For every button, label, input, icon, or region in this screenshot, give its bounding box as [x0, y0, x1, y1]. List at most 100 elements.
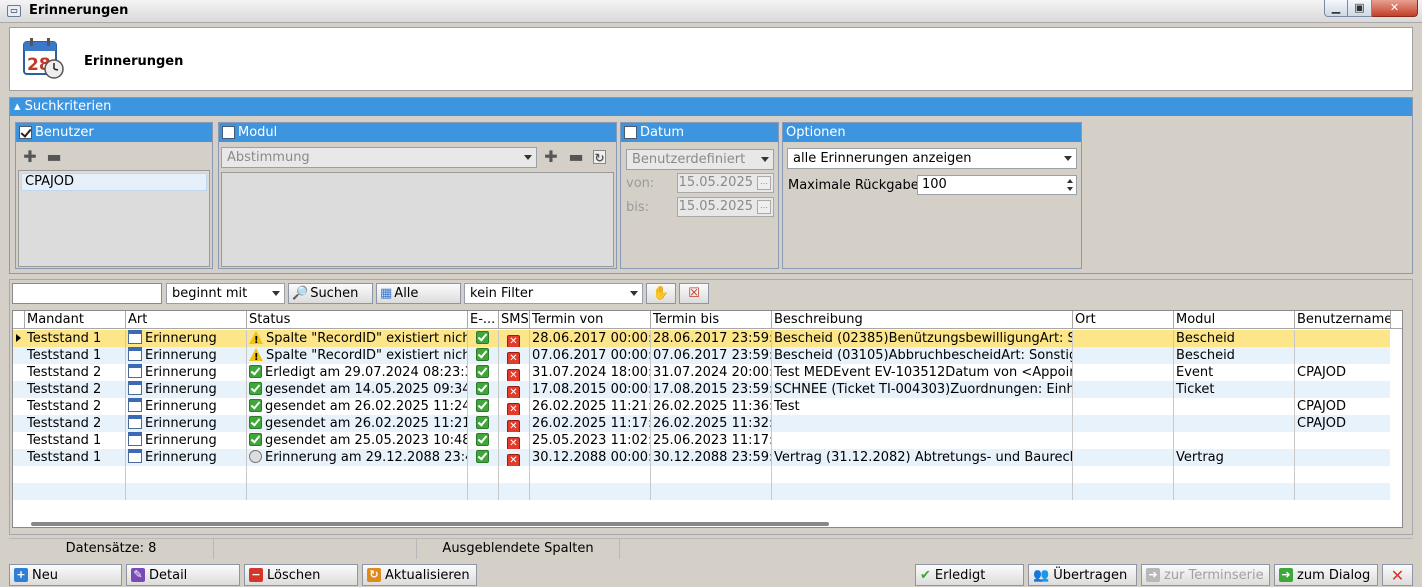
benutzer-panel: Benutzer ✚ ▬ CPAJOD [15, 122, 213, 269]
col-benutzername[interactable]: Benutzername [1295, 311, 1391, 329]
vertical-scrollbar[interactable] [1390, 329, 1402, 527]
search-input[interactable] [12, 283, 162, 304]
close-button[interactable]: ✕ [1382, 564, 1413, 586]
detail-button[interactable]: ✎ Detail [126, 564, 240, 586]
minimize-button[interactable]: ▁ [1324, 0, 1348, 17]
options-combo[interactable]: alle Erinnerungen anzeigen [787, 148, 1077, 169]
table-cell: Bescheid (02385)BenützungsbewilligungArt… [772, 330, 1073, 347]
hidden-columns-label[interactable]: Ausgeblendete Spalten [417, 539, 620, 559]
datum-checkbox[interactable] [624, 126, 637, 139]
remove-modul-icon[interactable]: ▬ [568, 149, 584, 165]
options-combo-value: alle Erinnerungen anzeigen [793, 151, 972, 166]
maximize-button[interactable]: ▣ [1348, 0, 1372, 17]
cell-text: 31.07.2024 20:00: [653, 365, 772, 380]
von-date-field[interactable]: 15.05.2025… [677, 173, 774, 193]
col-termin-bis[interactable]: Termin bis [651, 311, 772, 329]
table-cell: gesendet am 26.02.2025 11:24 [247, 398, 468, 415]
unchecked-icon: ✕ [507, 454, 520, 466]
check-icon [249, 433, 262, 446]
modul-title: Modul [238, 125, 278, 140]
table-row[interactable]: Teststand 1 Erinnerung Spalte "RecordID" e… [13, 347, 1391, 364]
col-mandant[interactable]: Mandant [25, 311, 126, 329]
plus-icon: + [14, 568, 28, 582]
bis-date-field[interactable]: 15.05.2025… [677, 197, 774, 217]
filter-combo[interactable]: kein Filter [464, 283, 643, 304]
benutzer-title: Benutzer [35, 125, 94, 140]
col-status[interactable]: Status [247, 311, 468, 329]
table-cell: ✕ [499, 381, 530, 398]
close-window-button[interactable]: ✕ [1372, 0, 1418, 17]
bis-label: bis: [626, 200, 650, 215]
cell-text: 17.08.2015 23:59: [653, 382, 772, 397]
table-cell [1295, 381, 1391, 398]
datum-range-combo[interactable]: Benutzerdefiniert [626, 149, 774, 170]
benutzer-checkbox[interactable] [19, 126, 32, 139]
current-row-icon [16, 334, 21, 342]
to-dialog-button[interactable]: ➜ zum Dialog [1274, 564, 1378, 586]
table-row[interactable]: Teststand 1 Erinnerung Erinnerung am 29.12… [13, 449, 1391, 466]
table-cell [247, 483, 468, 500]
spin-up-icon[interactable] [1067, 179, 1073, 183]
refresh-modul-icon[interactable]: ↻ [593, 150, 606, 165]
refresh-button[interactable]: ↻ Aktualisieren [362, 564, 477, 586]
list-item[interactable]: CPAJOD [21, 173, 207, 191]
to-series-button[interactable]: ➜ zur Terminserie [1141, 564, 1270, 586]
col-sms[interactable]: SMS [499, 311, 530, 329]
cell-text: gesendet am 26.02.2025 11:24 [265, 399, 468, 414]
max-return-spinner[interactable]: 100 [917, 175, 1077, 195]
modul-list[interactable] [221, 172, 614, 267]
row-indicator-header [13, 311, 25, 329]
table-row[interactable]: Teststand 2 Erinnerung Erledigt am 29.07.2… [13, 364, 1391, 381]
col-beschreibung[interactable]: Beschreibung [772, 311, 1073, 329]
table-cell: 26.02.2025 11:32: [651, 415, 772, 432]
show-all-button[interactable]: ▦ Alle [376, 283, 461, 304]
cell-text: Teststand 1 [27, 433, 102, 448]
table-header: Mandant Art Status E-... SMS Termin von … [13, 311, 1402, 329]
table-cell: 31.07.2024 20:00: [651, 364, 772, 381]
cell-text: Teststand 2 [27, 416, 102, 431]
calendar-icon [128, 330, 142, 344]
table-cell: Teststand 2 [25, 381, 126, 398]
calendar-clock-icon: 28 [23, 38, 64, 79]
table-row[interactable]: Teststand 2 Erinnerung gesendet am 26.02.2… [13, 398, 1391, 415]
cell-text: Teststand 1 [27, 450, 102, 465]
spin-down-icon[interactable] [1067, 187, 1073, 191]
modul-combo[interactable]: Abstimmung [221, 147, 537, 168]
table-cell [468, 466, 499, 483]
add-modul-icon[interactable]: ✚ [543, 149, 559, 165]
filter-edit-button[interactable]: ✋ [646, 283, 676, 304]
search-criteria-header[interactable]: ▴ Suchkriterien [10, 98, 1412, 116]
transfer-button[interactable]: 👥 Übertragen [1028, 564, 1137, 586]
cell-text: Erinnerung [145, 399, 217, 414]
system-menu-icon[interactable]: ▭ [7, 5, 21, 17]
done-button[interactable]: ✔ Erledigt [915, 564, 1024, 586]
table-cell [468, 364, 499, 381]
filter-clear-button[interactable]: ☒ [679, 283, 709, 304]
unchecked-icon: ✕ [507, 369, 520, 381]
benutzer-list[interactable]: CPAJOD [18, 170, 210, 267]
remove-user-icon[interactable]: ▬ [46, 149, 62, 165]
col-email[interactable]: E-... [468, 311, 499, 329]
cell-text: Erinnerung [145, 331, 217, 346]
delete-button[interactable]: − Löschen [244, 564, 358, 586]
col-art[interactable]: Art [126, 311, 247, 329]
modul-checkbox[interactable] [222, 126, 235, 139]
table-row[interactable]: Teststand 1 Erinnerung Spalte "RecordID" e… [13, 330, 1391, 347]
table-row[interactable]: Teststand 1 Erinnerung gesendet am 25.05.2… [13, 432, 1391, 449]
col-termin-von[interactable]: Termin von [530, 311, 651, 329]
table-cell: Erinnerung [126, 347, 247, 364]
date-picker-icon[interactable]: … [757, 176, 771, 190]
check-icon: ✔ [920, 567, 931, 583]
col-modul[interactable]: Modul [1174, 311, 1295, 329]
match-mode-combo[interactable]: beginnt mit [166, 283, 285, 304]
search-button[interactable]: 🔎 Suchen [288, 283, 373, 304]
add-user-icon[interactable]: ✚ [22, 149, 38, 165]
table-row[interactable]: Teststand 2 Erinnerung gesendet am 26.02.2… [13, 415, 1391, 432]
new-button[interactable]: + Neu [9, 564, 122, 586]
date-picker-icon[interactable]: … [757, 200, 771, 214]
table-row[interactable]: Teststand 2 Erinnerung gesendet am 14.05.2… [13, 381, 1391, 398]
cell-text: Spalte "RecordID" existiert nicht [266, 331, 468, 346]
horizontal-scrollbar[interactable] [31, 522, 829, 526]
col-ort[interactable]: Ort [1073, 311, 1174, 329]
table-cell: Vertrag [1174, 449, 1295, 466]
